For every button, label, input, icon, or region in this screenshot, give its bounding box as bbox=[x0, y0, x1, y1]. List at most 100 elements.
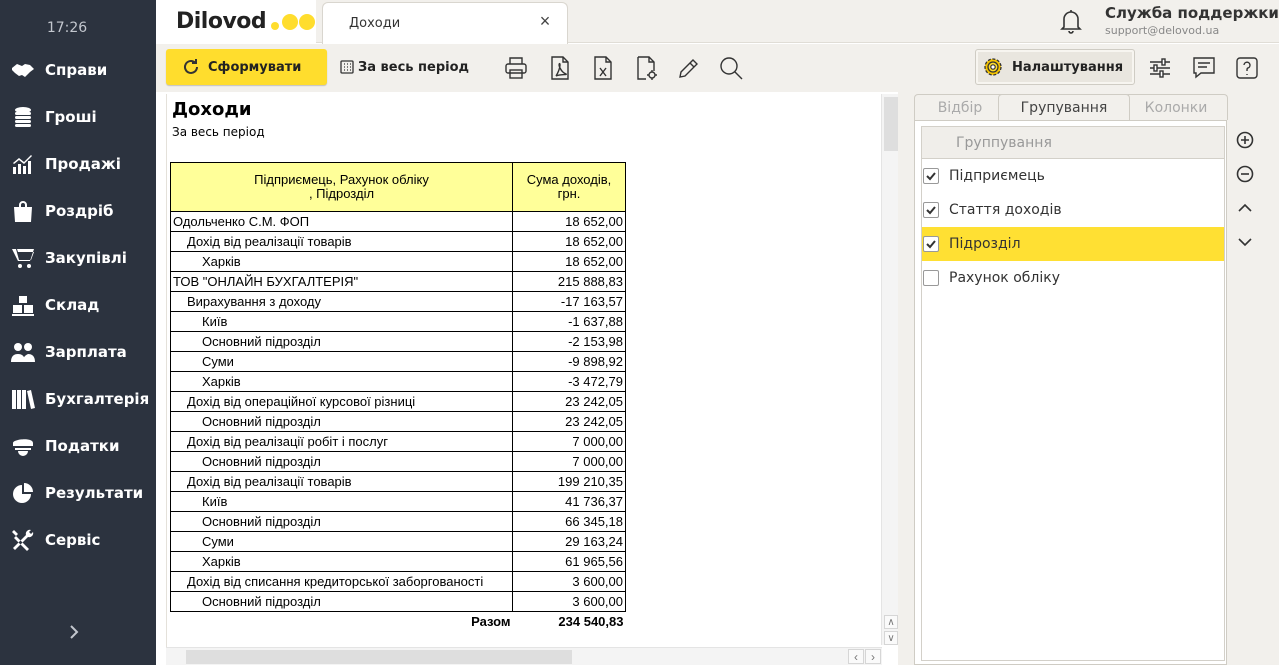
handshake-icon bbox=[10, 58, 36, 82]
table-row: Основний підрозділ 3 600,00 bbox=[170, 591, 626, 612]
pencil-icon[interactable] bbox=[675, 54, 701, 82]
row-value: 7 000,00 bbox=[512, 431, 626, 452]
sidebar-item-zarplata[interactable]: Зарплата bbox=[0, 328, 156, 375]
row-name: Основний підрозділ bbox=[170, 511, 513, 532]
grouping-item[interactable]: Підрозділ bbox=[922, 227, 1224, 261]
grouping-item[interactable]: Стаття доходів bbox=[922, 193, 1224, 227]
sidebar-item-prodazhi[interactable]: Продажі bbox=[0, 140, 156, 187]
table-row: Харків -3 472,79 bbox=[170, 371, 626, 392]
sidebar-item-servis[interactable]: Сервіс bbox=[0, 516, 156, 563]
sidebar-item-rozdrib[interactable]: Роздріб bbox=[0, 187, 156, 234]
chart-up-icon bbox=[10, 152, 36, 176]
logo-text: Dilovod bbox=[176, 9, 267, 34]
row-value: 3 600,00 bbox=[512, 571, 626, 592]
toolbar: Сформувати За весь період Налаштування bbox=[156, 44, 1279, 92]
help-icon[interactable] bbox=[1234, 54, 1260, 82]
books-icon bbox=[10, 387, 36, 411]
grouping-checkbox[interactable] bbox=[923, 236, 939, 252]
table-header-row: Підприємець, Рахунок обліку, Підрозділ С… bbox=[170, 162, 626, 212]
column-header-amount: Сума доходів, грн. bbox=[512, 162, 626, 212]
remove-icon[interactable] bbox=[1233, 162, 1257, 186]
column-header-name-line1: Підприємець, Рахунок обліку bbox=[254, 172, 429, 187]
support-info[interactable]: Служба поддержки support@delovod.ua bbox=[1105, 4, 1279, 37]
search-icon[interactable] bbox=[718, 54, 744, 82]
move-up-icon[interactable] bbox=[1233, 196, 1257, 220]
report-horizontal-scrollbar[interactable]: ‹ › bbox=[166, 647, 882, 665]
scroll-right-icon[interactable]: › bbox=[865, 649, 881, 664]
chat-icon[interactable] bbox=[1191, 54, 1217, 82]
document-settings-icon[interactable] bbox=[633, 54, 659, 82]
grouping-list: Группування Підприємець Стаття доходів Під… bbox=[921, 126, 1225, 661]
table-row: ТОВ "ОНЛАЙН БУХГАЛТЕРІЯ" 215 888,83 bbox=[170, 271, 626, 292]
tab-dokhody[interactable]: Доходи × bbox=[322, 2, 568, 44]
pdf-icon[interactable] bbox=[547, 54, 573, 82]
excel-icon[interactable] bbox=[590, 54, 616, 82]
tab-vidbir[interactable]: Відбір bbox=[914, 94, 1006, 120]
row-name: Дохід від реалізації товарів bbox=[170, 471, 513, 492]
row-value: -17 163,57 bbox=[512, 291, 626, 312]
expand-sidebar-icon[interactable] bbox=[66, 622, 82, 642]
column-header-amount-line1: Сума доходів, bbox=[526, 172, 612, 187]
shopping-bag-icon bbox=[10, 199, 36, 223]
sidebar-item-rezultaty[interactable]: Результати bbox=[0, 469, 156, 516]
row-name: Дохід від реалізації товарів bbox=[170, 231, 513, 252]
grouping-item[interactable]: Рахунок обліку bbox=[922, 261, 1224, 295]
scroll-up-icon[interactable]: ∧ bbox=[884, 615, 898, 629]
logo[interactable]: Dilovod bbox=[156, 0, 316, 43]
grouping-checkbox[interactable] bbox=[923, 270, 939, 286]
move-down-icon[interactable] bbox=[1233, 230, 1257, 254]
sidebar-item-label: Склад bbox=[45, 295, 100, 314]
table-row: Основний підрозділ 7 000,00 bbox=[170, 451, 626, 472]
sidebar-item-label: Зарплата bbox=[45, 342, 127, 361]
table-row: Одольченко С.М. ФОП 18 652,00 bbox=[170, 211, 626, 232]
grouping-checkbox[interactable] bbox=[923, 202, 939, 218]
scroll-left-icon[interactable]: ‹ bbox=[848, 649, 864, 664]
report-vertical-scrollbar[interactable]: ∧ ∨ bbox=[881, 94, 898, 645]
settings-button[interactable]: Налаштування bbox=[975, 49, 1135, 85]
table-row: Основний підрозділ 66 345,18 bbox=[170, 511, 626, 532]
grouping-checkbox[interactable] bbox=[923, 168, 939, 184]
total-row: Разом 234 540,83 bbox=[171, 612, 626, 632]
row-name: Київ bbox=[170, 311, 513, 332]
sidebar-item-label: Справи bbox=[45, 60, 108, 79]
grouping-item-label: Підприємець bbox=[949, 168, 1045, 184]
row-value: 29 163,24 bbox=[512, 531, 626, 552]
period-button[interactable]: За весь період bbox=[340, 55, 469, 79]
cart-icon bbox=[10, 246, 36, 270]
bell-icon[interactable] bbox=[1059, 8, 1083, 34]
sidebar-item-podatky[interactable]: Податки bbox=[0, 422, 156, 469]
row-name: Суми bbox=[170, 531, 513, 552]
scrollbar-thumb[interactable] bbox=[186, 650, 572, 664]
report-subtitle: За весь період bbox=[172, 125, 265, 139]
column-header-name-line2: , Підрозділ bbox=[308, 186, 375, 201]
sidebar-item-sklad[interactable]: Склад bbox=[0, 281, 156, 328]
generate-button[interactable]: Сформувати bbox=[166, 49, 327, 85]
scrollbar-thumb[interactable] bbox=[884, 97, 898, 151]
generate-button-label: Сформувати bbox=[208, 59, 302, 75]
sidebar-item-label: Результати bbox=[45, 483, 144, 502]
print-icon[interactable] bbox=[503, 54, 529, 82]
sliders-icon[interactable] bbox=[1147, 54, 1173, 82]
sidebar-item-label: Закупівлі bbox=[45, 248, 127, 267]
sidebar-item-spravy[interactable]: Справи bbox=[0, 46, 156, 93]
scroll-down-icon[interactable]: ∨ bbox=[884, 631, 898, 645]
table-row: Дохід від реалізації робіт і послуг 7 000… bbox=[170, 431, 626, 452]
sidebar-item-groshi[interactable]: Гроші bbox=[0, 93, 156, 140]
tab-kolonky[interactable]: Колонки bbox=[1124, 94, 1228, 120]
column-header-amount-line2: грн. bbox=[557, 186, 581, 201]
table-row: Дохід від реалізації товарів 199 210,35 bbox=[170, 471, 626, 492]
row-name: Дохід від реалізації робіт і послуг bbox=[170, 431, 513, 452]
table-row: Суми 29 163,24 bbox=[170, 531, 626, 552]
row-name: Дохід від операційної курсової різниці bbox=[170, 391, 513, 412]
sidebar-item-bukhhalteriia[interactable]: Бухгалтерія bbox=[0, 375, 156, 422]
table-row: Дохід від реалізації товарів 18 652,00 bbox=[170, 231, 626, 252]
sidebar-item-zakupivli[interactable]: Закупівлі bbox=[0, 234, 156, 281]
close-icon[interactable]: × bbox=[537, 12, 553, 30]
officer-cap-icon bbox=[10, 434, 36, 458]
table-row: Вирахування з доходу -17 163,57 bbox=[170, 291, 626, 312]
row-value: 41 736,37 bbox=[512, 491, 626, 512]
add-icon[interactable] bbox=[1233, 128, 1257, 152]
grouping-item[interactable]: Підприємець bbox=[922, 159, 1224, 193]
period-button-label: За весь період bbox=[358, 59, 470, 75]
tab-hrupuvannia[interactable]: Групування bbox=[998, 94, 1130, 120]
